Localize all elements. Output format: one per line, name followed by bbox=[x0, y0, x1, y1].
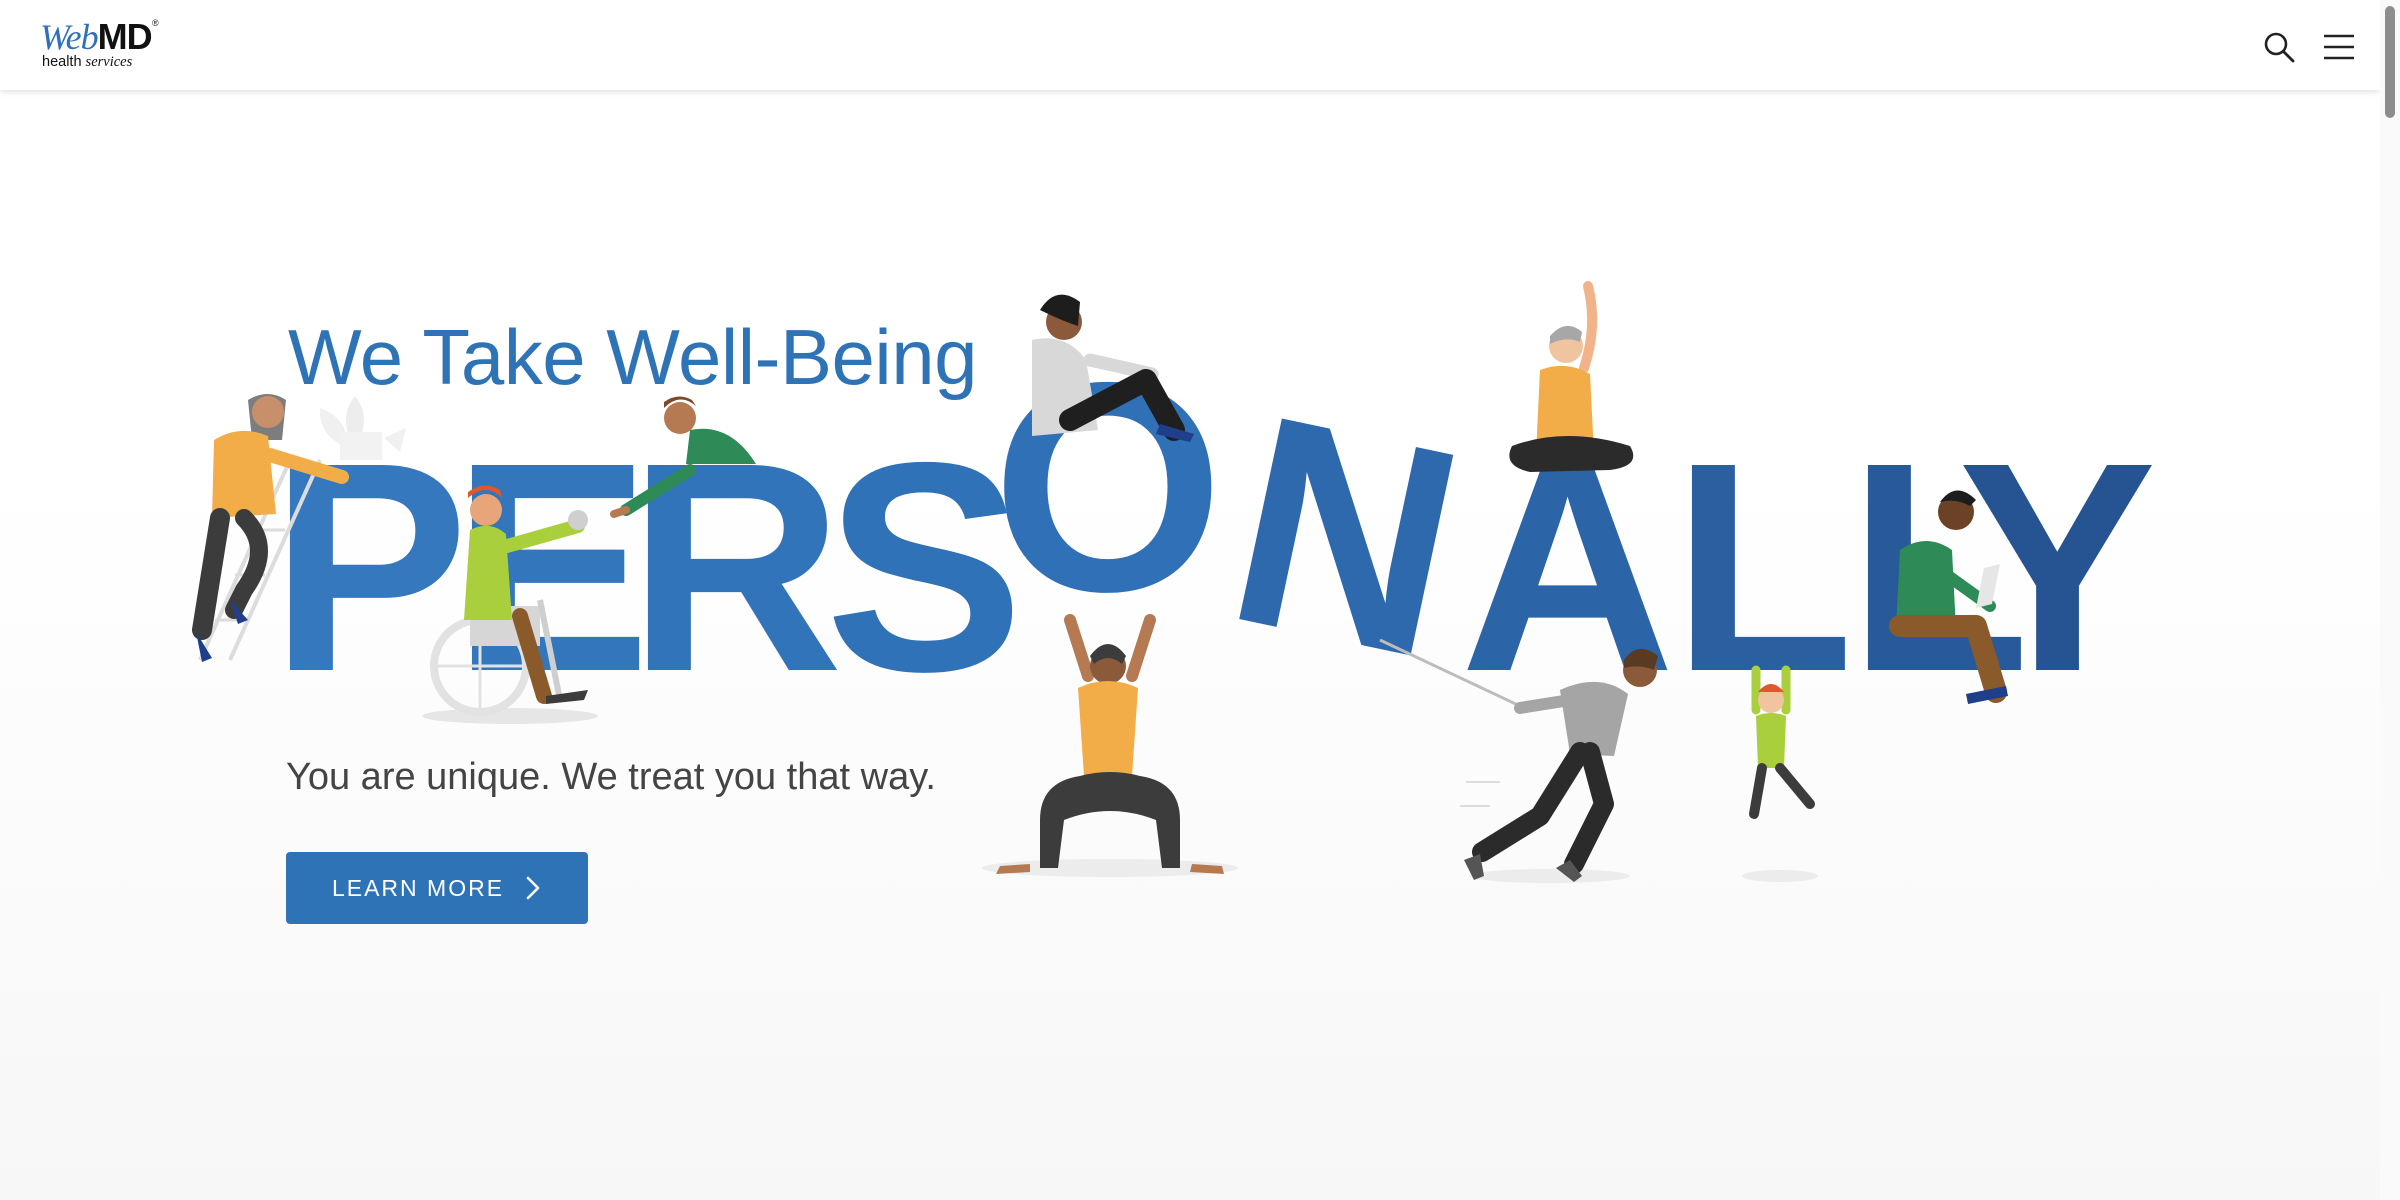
chevron-right-icon bbox=[526, 876, 540, 900]
letter-n: N bbox=[1206, 352, 1486, 722]
letter-l1: L bbox=[1672, 401, 1854, 734]
learn-more-label: LEARN MORE bbox=[331, 874, 505, 901]
person-holding-o bbox=[996, 614, 1224, 874]
logo-trademark: ® bbox=[152, 18, 159, 28]
site-header: WebMD ® health services bbox=[0, 0, 2380, 90]
page-scrollbar[interactable] bbox=[2380, 0, 2400, 1200]
learn-more-button[interactable]: LEARN MORE bbox=[286, 852, 588, 924]
webmd-logo[interactable]: WebMD ® health services bbox=[40, 18, 160, 72]
scrollbar-thumb[interactable] bbox=[2385, 6, 2395, 118]
person-meditating bbox=[1509, 281, 1634, 472]
menu-button[interactable] bbox=[2322, 30, 2356, 64]
letter-o: O bbox=[992, 321, 1224, 654]
hero-illustration: P E R S O N A L L Y bbox=[192, 281, 2157, 883]
search-icon bbox=[2264, 32, 2295, 63]
hero-headline: We Take Well-Being bbox=[288, 313, 978, 401]
logo-wordmark: WebMD bbox=[40, 16, 153, 57]
hero-tagline: You are unique. We treat you that way. bbox=[286, 756, 936, 798]
hamburger-menu-icon bbox=[2324, 34, 2354, 60]
search-button[interactable] bbox=[2262, 30, 2296, 64]
logo-subtitle: health services bbox=[42, 54, 133, 70]
